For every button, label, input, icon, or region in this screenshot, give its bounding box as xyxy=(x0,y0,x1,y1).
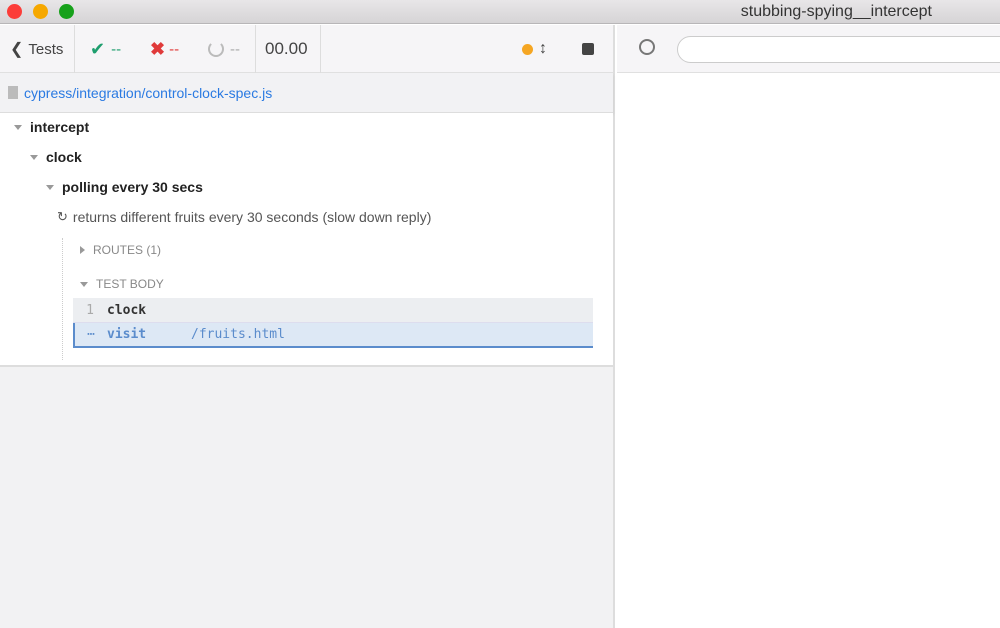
caret-down-icon xyxy=(30,154,38,160)
pending-count: -- xyxy=(208,25,240,73)
spinner-icon: ⋯ xyxy=(87,327,95,342)
passed-count: ✔ -- xyxy=(90,38,122,59)
app-preview-panel xyxy=(617,25,1000,628)
minimize-window-button[interactable] xyxy=(33,4,48,19)
reporter-panel: ❮ Tests ✔ -- ✖ -- -- 00.00 ↕ cypress/integr… xyxy=(0,25,615,628)
test-body-toggle[interactable]: TEST BODY xyxy=(80,277,164,291)
test-title[interactable]: ↻ returns different fruits every 30 secon… xyxy=(57,209,431,225)
spec-path-link[interactable]: cypress/integration/control-clock-spec.j… xyxy=(0,73,613,113)
suite-intercept[interactable]: intercept xyxy=(14,119,89,135)
command-row-active[interactable]: ⋯ visit/fruits.html xyxy=(73,323,593,348)
close-window-button[interactable] xyxy=(7,4,22,19)
command-row[interactable]: 1 clock xyxy=(73,298,593,323)
circle-icon xyxy=(208,41,224,57)
window-title: stubbing-spying__intercept xyxy=(740,3,932,20)
resize-arrows-icon: ↕ xyxy=(539,40,547,57)
failed-count: ✖ -- xyxy=(150,38,180,59)
test-tree: intercept clock polling every 30 secs ↻ r… xyxy=(0,113,613,367)
file-icon xyxy=(8,86,18,99)
suite-clock[interactable]: clock xyxy=(30,149,82,165)
url-bar xyxy=(617,25,1000,73)
stop-icon xyxy=(582,43,594,55)
reporter-toolbar: ❮ Tests ✔ -- ✖ -- -- 00.00 ↕ xyxy=(0,25,613,73)
caret-down-icon xyxy=(14,124,22,130)
url-input[interactable] xyxy=(677,36,1000,63)
duration: 00.00 xyxy=(265,39,308,58)
window-titlebar: stubbing-spying__intercept xyxy=(0,0,1000,24)
stop-button[interactable] xyxy=(582,25,594,73)
suite-polling[interactable]: polling every 30 secs xyxy=(46,179,203,195)
chevron-left-icon: ❮ xyxy=(10,41,24,58)
caret-right-icon xyxy=(80,246,85,254)
running-status[interactable]: ↕ xyxy=(522,25,547,73)
maximize-window-button[interactable] xyxy=(59,4,74,19)
refresh-icon: ↻ xyxy=(57,209,68,224)
check-icon: ✔ xyxy=(90,38,106,59)
status-dot-icon xyxy=(522,43,533,55)
selector-playground-crosshair-icon[interactable] xyxy=(639,39,655,55)
x-icon: ✖ xyxy=(150,38,166,59)
caret-down-icon xyxy=(80,281,88,287)
back-to-tests-button[interactable]: ❮ Tests xyxy=(10,25,63,73)
routes-toggle[interactable]: ROUTES (1) xyxy=(80,243,161,257)
caret-down-icon xyxy=(46,184,54,190)
